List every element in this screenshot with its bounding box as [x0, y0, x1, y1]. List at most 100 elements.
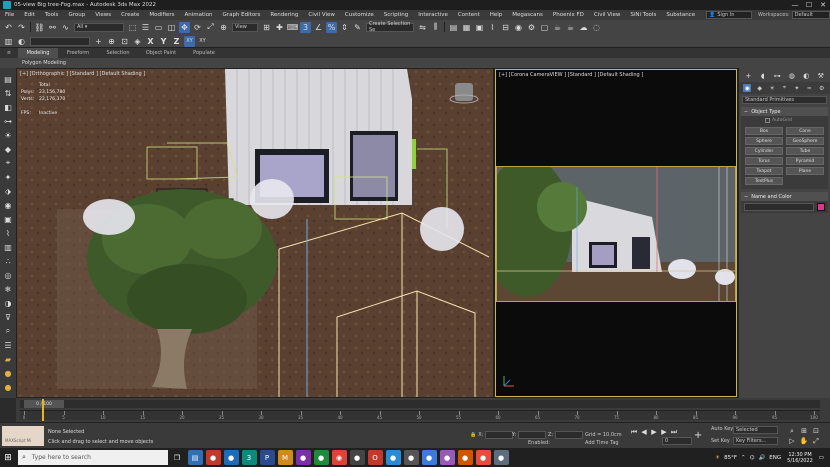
hierarchy-tab-icon[interactable]: ⊶ [773, 71, 782, 80]
ribbon-tab-populate[interactable]: Populate [184, 48, 224, 58]
menu-graph-editors[interactable]: Graph Editors [218, 12, 266, 18]
spacewarp-icon[interactable]: ⬗ [3, 186, 14, 197]
goto-end-icon[interactable]: ⏭ [670, 428, 678, 436]
camera-viewport[interactable]: [+] [Corona CameraVIEW ] [Standard ] [De… [495, 69, 737, 397]
key-selection-dropdown[interactable]: Selected [733, 426, 778, 434]
menu-civil-view[interactable]: Civil View [303, 12, 339, 18]
create-cone-button[interactable]: Cone [786, 127, 824, 135]
particle-icon[interactable]: ∴ [3, 256, 14, 267]
zoom-extents-icon[interactable]: ⊡ [812, 427, 820, 435]
goto-start-icon[interactable]: ⏮ [630, 428, 638, 436]
curve-editor-icon[interactable]: ⌇ [487, 22, 498, 33]
constrain-xy-button[interactable]: XY [184, 35, 195, 47]
app-icon-red-2[interactable]: ● [475, 450, 491, 465]
hierarchy-icon[interactable]: ⊶ [3, 116, 14, 127]
filter-icon[interactable]: ⊽ [3, 312, 14, 323]
display-icon[interactable]: ◧ [3, 102, 14, 113]
menu-modifiers[interactable]: Modifiers [144, 12, 179, 18]
freeze-icon[interactable]: ❄ [3, 284, 14, 295]
orthographic-viewport[interactable]: [+] [Orthographic ] [Standard ] [Default… [17, 69, 493, 397]
create-layer-icon[interactable]: + [93, 36, 104, 47]
material-editor-icon[interactable]: ◉ [513, 22, 524, 33]
rendered-frame-window-icon[interactable]: ▢ [539, 22, 550, 33]
app-icon-dark[interactable]: ● [403, 450, 419, 465]
enabled-label[interactable]: Enabled: [528, 440, 550, 446]
create-textplus-button[interactable]: TextPlus [745, 177, 783, 185]
menu-help[interactable]: Help [485, 12, 508, 18]
menu-customize[interactable]: Customize [340, 12, 379, 18]
primitive-type-dropdown[interactable]: Standard Primitives [742, 96, 827, 104]
layer-visibility-icon[interactable]: ◐ [16, 36, 27, 47]
set-key-button[interactable]: Set Key [711, 438, 730, 444]
menu-create[interactable]: Create [116, 12, 144, 18]
app-icon-blue[interactable]: ● [223, 450, 239, 465]
shape-icon[interactable]: ◆ [3, 144, 14, 155]
select-object-icon[interactable]: ⬚ [127, 22, 138, 33]
selection-filter-dropdown[interactable]: All ▾ [74, 22, 124, 32]
menu-megascans[interactable]: Megascans [507, 12, 548, 18]
create-tab-icon[interactable]: + [744, 71, 753, 80]
app-icon-cyan[interactable]: ● [385, 450, 401, 465]
network-icon[interactable]: ⌬ [750, 455, 755, 461]
weather-temp[interactable]: 85°F [724, 455, 737, 461]
edit-named-selection-icon[interactable]: ✎ [352, 22, 363, 33]
menu-scripting[interactable]: Scripting [379, 12, 413, 18]
modify-tab-icon[interactable]: ◖ [758, 71, 767, 80]
field-of-view-icon[interactable]: ▷ [788, 437, 796, 445]
render-production-icon[interactable]: ☕ [552, 22, 563, 33]
helpers-category-icon[interactable]: ✦ [793, 84, 801, 92]
taskbar-search-box[interactable]: ⌕ Type here to search [18, 450, 168, 465]
zoom-all-icon[interactable]: ⊞ [800, 427, 808, 435]
add-time-tag[interactable]: Add Time Tag [585, 440, 619, 446]
task-view-icon[interactable]: ❐ [170, 450, 185, 465]
window-crossing-icon[interactable]: ◫ [166, 22, 177, 33]
menu-substance[interactable]: Substance [661, 12, 700, 18]
z-coordinate-input[interactable] [555, 431, 584, 439]
viewport-label-camera[interactable]: [+] [Corona CameraVIEW ] [Standard ] [De… [499, 72, 643, 78]
select-manipulate-icon[interactable]: ✚ [274, 22, 285, 33]
geometry-category-icon[interactable]: ◉ [743, 84, 752, 92]
sort-icon[interactable]: ⇅ [3, 88, 14, 99]
time-slider-thumb[interactable]: 0 / 100 [24, 400, 64, 408]
ribbon-tab-selection[interactable]: Selection [98, 48, 138, 58]
lock-selection-icon[interactable]: 🔒 [470, 432, 476, 438]
menu-animation[interactable]: Animation [180, 12, 218, 18]
file-explorer-icon[interactable]: ▤ [187, 450, 203, 465]
link-icon[interactable]: ⛓ [34, 22, 45, 33]
utilities-tab-icon[interactable]: ⚒ [816, 71, 825, 80]
app-icon-purple[interactable]: ● [295, 450, 311, 465]
set-current-layer-icon[interactable]: ◈ [132, 36, 143, 47]
track-bar[interactable]: 0 5 10 15 20 25 30 35 40 45 50 55 60 65 70 75 80 85 90 95 10… [20, 399, 820, 421]
helper-icon[interactable]: ✦ [3, 172, 14, 183]
layer-dropdown[interactable] [30, 36, 90, 46]
notification-icon[interactable]: ▭ [819, 455, 824, 461]
menu-content[interactable]: Content [453, 12, 485, 18]
scene-explorer-icon[interactable]: ▤ [448, 22, 459, 33]
pan-view-icon[interactable]: ✋ [800, 437, 809, 445]
systems-category-icon[interactable]: ⚙ [818, 84, 826, 92]
create-box-button[interactable]: Box [745, 127, 783, 135]
group-icon[interactable]: ▣ [3, 214, 14, 225]
options-icon[interactable]: ☰ [3, 340, 14, 351]
a360-icon[interactable]: ◌ [591, 22, 602, 33]
spinner-snap-icon[interactable]: ⇕ [339, 22, 350, 33]
create-pyramid-button[interactable]: Pyramid [786, 157, 824, 165]
align-icon[interactable]: ⫼ [430, 22, 441, 33]
create-torus-button[interactable]: Torus [745, 157, 783, 165]
menu-file[interactable]: File [0, 12, 19, 18]
constrain-z-button[interactable]: Z [171, 36, 182, 47]
menu-edit[interactable]: Edit [19, 12, 40, 18]
create-plane-button[interactable]: Plane [786, 167, 824, 175]
render-setup-icon[interactable]: ⚙ [526, 22, 537, 33]
opera-icon[interactable]: O [367, 450, 383, 465]
close-button[interactable]: ✕ [816, 0, 830, 10]
y-coordinate-input[interactable] [518, 431, 547, 439]
select-rotate-icon[interactable]: ⟳ [192, 22, 203, 33]
app-icon-light-blue[interactable]: ● [421, 450, 437, 465]
object-type-header[interactable]: − Object Type [741, 107, 828, 116]
windows-start-icon[interactable]: ⊞ [0, 448, 16, 467]
name-color-header[interactable]: − Name and Color [741, 192, 828, 201]
3dsmax-taskbar-icon[interactable]: 3 [241, 450, 257, 465]
bind-space-warp-icon[interactable]: ∿ [60, 22, 71, 33]
motion-tab-icon[interactable]: ◍ [787, 71, 796, 80]
